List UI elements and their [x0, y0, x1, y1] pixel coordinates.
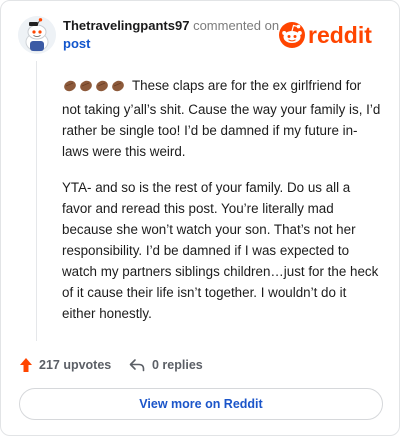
upvote-stat[interactable]: 217 upvotes: [19, 355, 111, 375]
reply-count: 0 replies: [152, 358, 203, 372]
comment-body: These claps are for the ex girlfriend fo…: [62, 75, 382, 339]
avatar-snoo-icon: [18, 16, 56, 54]
comment-footer: 217 upvotes 0 replies: [19, 355, 379, 375]
avatar[interactable]: [18, 16, 56, 54]
clap-emoji-icon: [62, 77, 128, 99]
comment-paragraph-2: YTA- and so is the rest of your family. …: [62, 180, 379, 321]
post-link[interactable]: post: [63, 35, 283, 53]
comment-paragraph-1: These claps are for the ex girlfriend fo…: [62, 75, 382, 162]
action-text: commented on: [193, 18, 280, 33]
comment-header: Thetravelingpants97 commented on post: [63, 17, 283, 53]
reddit-logo[interactable]: reddit: [278, 19, 386, 49]
reddit-wordmark: reddit: [308, 22, 372, 48]
embedded-comment-card: Thetravelingpants97 commented on post re…: [0, 0, 400, 436]
reddit-snoo-icon: reddit: [279, 22, 372, 48]
reply-stat[interactable]: 0 replies: [129, 355, 203, 375]
view-more-button[interactable]: View more on Reddit: [19, 388, 383, 420]
thread-line: [36, 61, 37, 341]
upvote-arrow-icon: [20, 358, 32, 372]
upvote-count: 217 upvotes: [39, 358, 112, 372]
reply-arrow-icon: [129, 359, 145, 372]
username-link[interactable]: Thetravelingpants97: [63, 18, 189, 33]
